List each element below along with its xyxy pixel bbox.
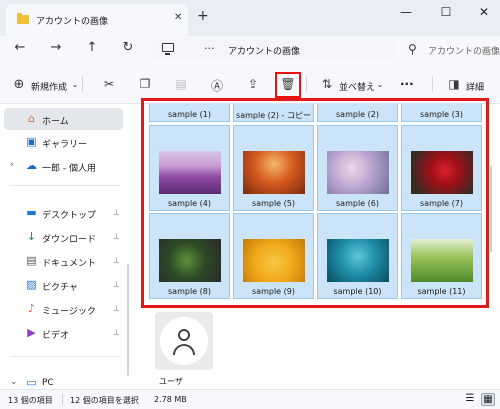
refresh-button[interactable]: ↻ xyxy=(118,40,138,55)
address-box[interactable]: ··· アカウントの画像 xyxy=(152,39,394,59)
sidebar-item-label: ギャラリー xyxy=(42,140,88,150)
sidebar-divider xyxy=(10,356,120,357)
details-view-icon[interactable]: ☰ xyxy=(463,393,477,406)
item-count: 13 個の項目 xyxy=(8,396,53,405)
content-scrollbar[interactable] xyxy=(490,166,492,252)
sidebar-item-desktop[interactable]: ▬ デスクトップ ⊥ xyxy=(0,202,124,224)
paste-icon[interactable]: ▤ xyxy=(172,77,190,91)
sidebar-item-label: デスクトップ xyxy=(42,211,97,221)
close-window-button[interactable]: ✕ xyxy=(470,5,498,19)
sidebar-item-label: ダウンロード xyxy=(42,235,97,245)
folder-icon xyxy=(17,13,29,24)
address-bar: ← → ↑ ↻ ··· アカウントの画像 ⚲ アカウントの画像 xyxy=(0,36,500,62)
sidebar-item-label: ホーム xyxy=(42,117,69,127)
details-button-label[interactable]: 詳細 xyxy=(466,80,484,93)
search-placeholder: アカウントの画像 xyxy=(428,47,500,57)
music-icon: ♪ xyxy=(27,302,36,315)
chevron-down-icon[interactable]: ⌄ xyxy=(10,377,18,387)
cut-icon[interactable]: ✂ xyxy=(100,77,118,91)
video-icon: ▶ xyxy=(27,326,36,339)
sidebar-item-music[interactable]: ♪ ミュージック ⊥ xyxy=(0,298,124,320)
pin-icon[interactable]: ⊥ xyxy=(113,208,120,217)
sidebar-divider xyxy=(10,185,120,186)
toolbar-divider xyxy=(82,76,83,92)
document-icon: ▤ xyxy=(26,254,37,267)
pictures-icon: ▨ xyxy=(26,278,37,291)
delete-highlight-box xyxy=(275,72,301,98)
breadcrumb[interactable]: アカウントの画像 xyxy=(228,44,300,57)
gallery-icon: ▣ xyxy=(26,135,37,148)
tab-title: アカウントの画像 xyxy=(36,17,109,27)
sidebar-item-home[interactable]: ⌂ ホーム xyxy=(4,108,123,130)
sidebar-item-label: 一郎 - 個人用 xyxy=(42,164,96,174)
search-icon: ⚲ xyxy=(408,42,417,56)
sidebar-item-label: ミュージック xyxy=(42,307,96,317)
copy-icon[interactable]: ❐ xyxy=(136,77,154,91)
user-folder-label: ユーザ xyxy=(159,377,183,386)
sidebar-item-gallery[interactable]: ▣ ギャラリー xyxy=(0,131,124,153)
forward-button[interactable]: → xyxy=(46,40,66,55)
sidebar-item-label: PC xyxy=(42,378,54,388)
selection-highlight-box xyxy=(141,98,489,308)
sidebar-item-videos[interactable]: ▶ ビデオ ⊥ xyxy=(0,322,124,344)
selection-count: 12 個の項目を選択 xyxy=(70,396,139,405)
user-avatar-icon xyxy=(160,317,208,365)
pin-icon[interactable]: ⊥ xyxy=(113,256,120,265)
sidebar-item-pictures[interactable]: ▨ ピクチャ ⊥ xyxy=(0,274,124,296)
pin-icon[interactable]: ⊥ xyxy=(113,280,120,289)
breadcrumb-overflow-icon[interactable]: ··· xyxy=(204,42,215,55)
chevron-down-icon[interactable]: ⌄ xyxy=(371,80,389,89)
up-button[interactable]: ↑ xyxy=(82,40,102,55)
avatar-body xyxy=(173,344,195,355)
pc-icon xyxy=(162,43,174,55)
sort-button-label[interactable]: 並べ替え xyxy=(339,80,375,93)
sidebar-item-downloads[interactable]: ↓ ダウンロード ⊥ xyxy=(0,226,124,248)
avatar-head xyxy=(178,329,190,341)
more-options-button[interactable]: ··· xyxy=(400,77,414,91)
back-button[interactable]: ← xyxy=(10,40,30,55)
status-bar: 13 個の項目 12 個の項目を選択 2.78 MB ☰ ▦ xyxy=(0,389,500,409)
toolbar-divider xyxy=(432,76,433,92)
share-icon[interactable]: ⇪ xyxy=(244,77,262,91)
user-folder-tile[interactable] xyxy=(155,312,213,370)
sidebar-item-onedrive[interactable]: › ☁ 一郎 - 個人用 xyxy=(0,155,124,177)
pin-icon[interactable]: ⊥ xyxy=(113,232,120,241)
chevron-right-icon[interactable]: › xyxy=(10,160,14,170)
new-icon[interactable]: ⊕ xyxy=(10,77,28,92)
toolbar-divider xyxy=(306,76,307,92)
sidebar-item-label: ドキュメント xyxy=(42,259,97,269)
navigation-pane: ⌂ ホーム ▣ ギャラリー › ☁ 一郎 - 個人用 ▬ デスクトップ ⊥ ↓ … xyxy=(0,104,131,389)
pin-icon[interactable]: ⊥ xyxy=(113,304,120,313)
maximize-button[interactable]: ☐ xyxy=(432,5,460,19)
rename-icon[interactable]: Ⓐ xyxy=(208,77,226,94)
download-icon: ↓ xyxy=(26,230,37,243)
search-input[interactable]: ⚲ アカウントの画像 xyxy=(398,39,500,59)
details-pane-icon[interactable]: ◨ xyxy=(445,77,463,91)
selection-size: 2.78 MB xyxy=(154,395,187,404)
sidebar-item-label: ビデオ xyxy=(42,331,70,341)
status-divider xyxy=(62,394,63,405)
large-icons-view-icon[interactable]: ▦ xyxy=(481,393,495,406)
sort-icon[interactable]: ⇅ xyxy=(318,77,336,91)
home-icon: ⌂ xyxy=(28,112,35,125)
pc-icon: ▭ xyxy=(26,376,37,389)
sidebar-item-documents[interactable]: ▤ ドキュメント ⊥ xyxy=(0,250,124,272)
cloud-icon: ☁ xyxy=(26,159,37,172)
tab-account-pictures[interactable]: アカウントの画像 ✕ xyxy=(6,4,188,36)
new-tab-button[interactable]: + xyxy=(197,8,209,24)
minimize-button[interactable]: — xyxy=(392,5,420,19)
tab-close-icon[interactable]: ✕ xyxy=(174,12,182,23)
sidebar-item-label: ピクチャ xyxy=(42,283,78,293)
pin-icon[interactable]: ⊥ xyxy=(113,328,120,337)
title-bar: アカウントの画像 ✕ + — ☐ ✕ xyxy=(0,0,500,36)
desktop-icon: ▬ xyxy=(26,206,37,219)
new-button-label[interactable]: 新規作成 xyxy=(31,80,67,93)
sidebar-scrollbar[interactable] xyxy=(127,264,129,376)
